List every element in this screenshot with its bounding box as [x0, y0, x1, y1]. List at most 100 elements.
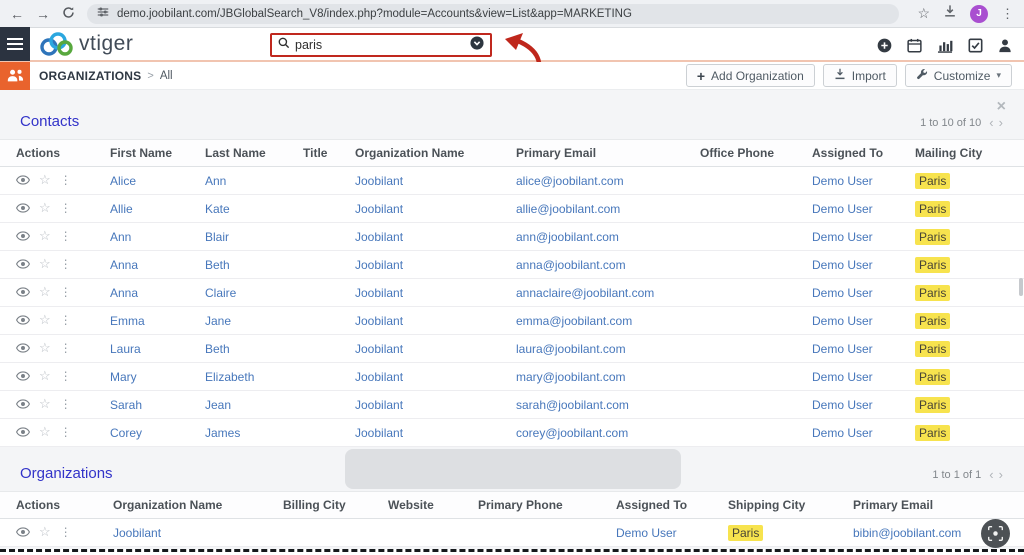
organization-link[interactable]: Joobilant: [355, 230, 403, 244]
follow-star-icon[interactable]: ☆: [39, 173, 51, 186]
more-actions-icon[interactable]: ⋮: [60, 230, 72, 242]
more-actions-icon[interactable]: ⋮: [60, 174, 72, 186]
first-name-link[interactable]: Alice: [110, 174, 136, 188]
reload-icon[interactable]: [62, 6, 75, 21]
first-name-link[interactable]: Allie: [110, 202, 133, 216]
more-actions-icon[interactable]: ⋮: [60, 314, 72, 326]
contacts-prev-page-icon[interactable]: ‹: [988, 115, 994, 130]
last-name-link[interactable]: Jane: [205, 314, 231, 328]
preview-eye-icon[interactable]: [16, 231, 30, 241]
first-name-link[interactable]: Anna: [110, 258, 138, 272]
organization-row[interactable]: ☆ ⋮ Joobilant Demo User Paris bibin@joob…: [0, 519, 1024, 547]
contact-row[interactable]: ☆ ⋮ Anna Claire Joobilant annaclaire@joo…: [0, 279, 1024, 307]
last-name-link[interactable]: Kate: [205, 202, 230, 216]
user-profile-icon[interactable]: [998, 38, 1012, 53]
organization-link[interactable]: Joobilant: [113, 526, 161, 540]
preview-eye-icon[interactable]: [16, 527, 30, 537]
last-name-link[interactable]: Beth: [205, 342, 230, 356]
contact-row[interactable]: ☆ ⋮ Laura Beth Joobilant laura@joobilant…: [0, 335, 1024, 363]
assigned-to-link[interactable]: Demo User: [812, 314, 873, 328]
first-name-link[interactable]: Laura: [110, 342, 141, 356]
breadcrumb-module[interactable]: ORGANIZATIONS: [39, 69, 141, 83]
primary-email-link[interactable]: ann@joobilant.com: [516, 230, 619, 244]
primary-email-link[interactable]: alice@joobilant.com: [516, 174, 624, 188]
follow-star-icon[interactable]: ☆: [39, 397, 51, 410]
download-icon[interactable]: [943, 4, 957, 23]
organization-link[interactable]: Joobilant: [355, 398, 403, 412]
follow-star-icon[interactable]: ☆: [39, 201, 51, 214]
first-name-link[interactable]: Emma: [110, 314, 145, 328]
contact-row[interactable]: ☆ ⋮ Anna Beth Joobilant anna@joobilant.c…: [0, 251, 1024, 279]
first-name-link[interactable]: Mary: [110, 370, 137, 384]
assigned-to-link[interactable]: Demo User: [812, 174, 873, 188]
customize-button[interactable]: Customize ▾: [905, 64, 1012, 87]
preview-eye-icon[interactable]: [16, 343, 30, 353]
last-name-link[interactable]: James: [205, 426, 240, 440]
back-icon[interactable]: ←: [10, 7, 24, 21]
follow-star-icon[interactable]: ☆: [39, 313, 51, 326]
search-options-chevron-icon[interactable]: [470, 36, 484, 55]
screen-record-button[interactable]: [981, 519, 1010, 548]
organization-link[interactable]: Joobilant: [355, 426, 403, 440]
organization-link[interactable]: Joobilant: [355, 314, 403, 328]
last-name-link[interactable]: Jean: [205, 398, 231, 412]
organization-link[interactable]: Joobilant: [355, 286, 403, 300]
reports-chart-icon[interactable]: [937, 38, 953, 53]
contact-row[interactable]: ☆ ⋮ Sarah Jean Joobilant sarah@joobilant…: [0, 391, 1024, 419]
preview-eye-icon[interactable]: [16, 175, 30, 185]
follow-star-icon[interactable]: ☆: [39, 425, 51, 438]
primary-email-link[interactable]: mary@joobilant.com: [516, 370, 626, 384]
preview-eye-icon[interactable]: [16, 427, 30, 437]
organization-link[interactable]: Joobilant: [355, 174, 403, 188]
assigned-to-link[interactable]: Demo User: [812, 426, 873, 440]
browser-profile-avatar[interactable]: J: [970, 5, 988, 23]
organization-link[interactable]: Joobilant: [355, 258, 403, 272]
primary-email-link[interactable]: anna@joobilant.com: [516, 258, 626, 272]
more-actions-icon[interactable]: ⋮: [60, 370, 72, 382]
forward-icon[interactable]: →: [36, 7, 50, 21]
contacts-next-page-icon[interactable]: ›: [998, 115, 1004, 130]
tasks-checkbox-icon[interactable]: [968, 38, 983, 53]
hamburger-menu-icon[interactable]: [0, 27, 30, 61]
organizations-module-icon[interactable]: [0, 62, 30, 90]
last-name-link[interactable]: Beth: [205, 258, 230, 272]
global-search-input[interactable]: [295, 38, 465, 52]
contact-row[interactable]: ☆ ⋮ Ann Blair Joobilant ann@joobilant.co…: [0, 223, 1024, 251]
last-name-link[interactable]: Blair: [205, 230, 229, 244]
site-settings-icon[interactable]: [97, 5, 109, 23]
follow-star-icon[interactable]: ☆: [39, 369, 51, 382]
first-name-link[interactable]: Corey: [110, 426, 142, 440]
browser-menu-icon[interactable]: ⋮: [1001, 6, 1014, 22]
follow-star-icon[interactable]: ☆: [39, 525, 51, 538]
organization-link[interactable]: Joobilant: [355, 370, 403, 384]
organization-link[interactable]: Joobilant: [355, 342, 403, 356]
first-name-link[interactable]: Ann: [110, 230, 131, 244]
preview-eye-icon[interactable]: [16, 399, 30, 409]
import-button[interactable]: Import: [823, 64, 897, 87]
more-actions-icon[interactable]: ⋮: [60, 526, 72, 538]
primary-email-link[interactable]: corey@joobilant.com: [516, 426, 628, 440]
preview-eye-icon[interactable]: [16, 371, 30, 381]
contact-row[interactable]: ☆ ⋮ Corey James Joobilant corey@joobilan…: [0, 419, 1024, 447]
last-name-link[interactable]: Claire: [205, 286, 236, 300]
contact-row[interactable]: ☆ ⋮ Alice Ann Joobilant alice@joobilant.…: [0, 167, 1024, 195]
assigned-to-link[interactable]: Demo User: [812, 258, 873, 272]
assigned-to-link[interactable]: Demo User: [812, 202, 873, 216]
add-organization-button[interactable]: + Add Organization: [686, 64, 815, 87]
primary-email-link[interactable]: emma@joobilant.com: [516, 314, 632, 328]
follow-star-icon[interactable]: ☆: [39, 257, 51, 270]
assigned-to-link[interactable]: Demo User: [812, 342, 873, 356]
breadcrumb-view[interactable]: All: [160, 70, 173, 82]
primary-email-link[interactable]: laura@joobilant.com: [516, 342, 626, 356]
follow-star-icon[interactable]: ☆: [39, 341, 51, 354]
organizations-prev-page-icon[interactable]: ‹: [988, 467, 994, 482]
contact-row[interactable]: ☆ ⋮ Mary Elizabeth Joobilant mary@joobil…: [0, 363, 1024, 391]
more-actions-icon[interactable]: ⋮: [60, 426, 72, 438]
organizations-next-page-icon[interactable]: ›: [998, 467, 1004, 482]
assigned-to-link[interactable]: Demo User: [812, 370, 873, 384]
bookmark-star-icon[interactable]: ☆: [917, 5, 930, 22]
more-actions-icon[interactable]: ⋮: [60, 258, 72, 270]
primary-email-link[interactable]: sarah@joobilant.com: [516, 398, 629, 412]
preview-eye-icon[interactable]: [16, 203, 30, 213]
preview-eye-icon[interactable]: [16, 287, 30, 297]
